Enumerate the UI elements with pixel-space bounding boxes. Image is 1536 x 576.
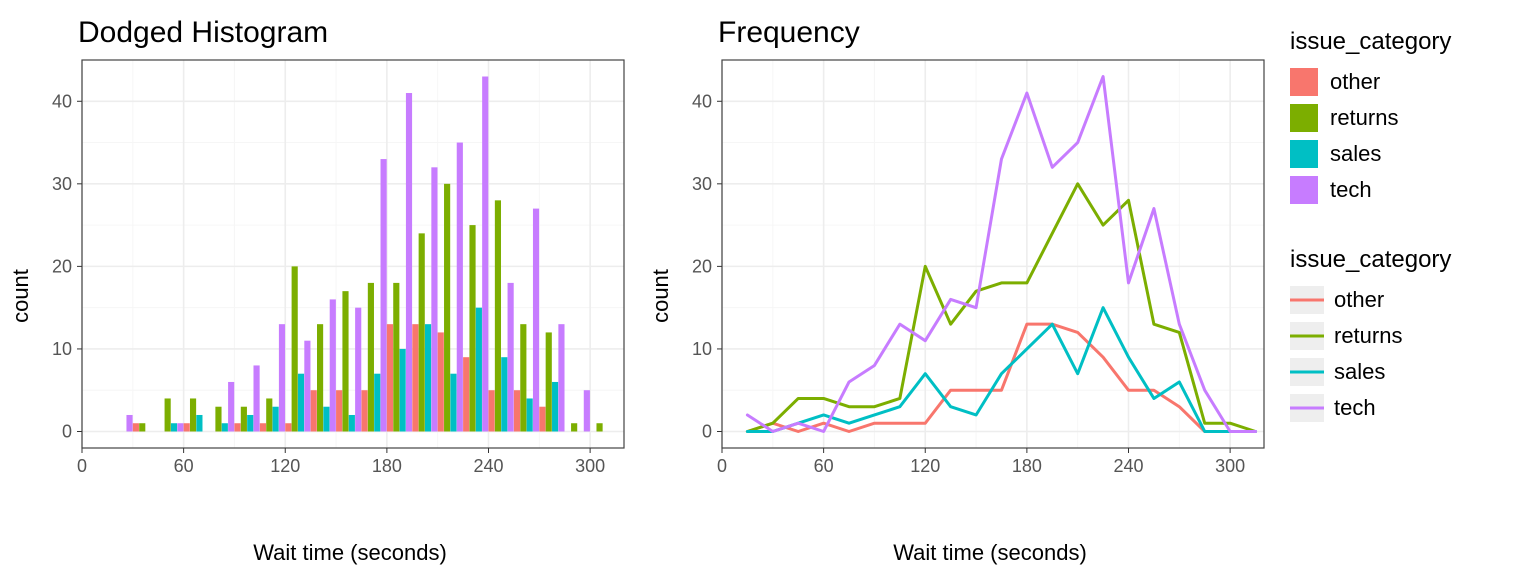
svg-text:10: 10 [52, 339, 72, 359]
legend-label: returns [1330, 105, 1398, 131]
panel-frequency: Frequency count 0 60 120 180 240 300 0 10 20 30 40… [640, 0, 1280, 576]
x-axis-label: Wait time (seconds) [66, 540, 634, 566]
legend-item-sales: sales [1290, 136, 1526, 172]
y-axis-label: count [648, 269, 674, 323]
svg-text:300: 300 [1215, 456, 1245, 476]
x-axis-label: Wait time (seconds) [706, 540, 1274, 566]
svg-text:0: 0 [702, 421, 712, 441]
legend-item-line-returns: returns [1290, 318, 1526, 354]
legend-label: tech [1330, 177, 1372, 203]
panel2-title: Frequency [718, 16, 1274, 50]
svg-text:20: 20 [692, 256, 712, 276]
legend-fill: issue_category other returns sales tech [1290, 28, 1526, 208]
frequency-svg: 0 60 120 180 240 300 0 10 20 30 40 [676, 54, 1274, 484]
legend-label: returns [1334, 323, 1402, 349]
panel-histogram: Dodged Histogram count 0 60 120 180 240 300 0 1… [0, 0, 640, 576]
svg-text:30: 30 [692, 174, 712, 194]
legend-label: other [1330, 69, 1380, 95]
swatch-line-tech [1290, 394, 1324, 422]
legend-item-line-other: other [1290, 282, 1526, 318]
swatch-line-returns [1290, 322, 1324, 350]
swatch-line-other [1290, 286, 1324, 314]
legend-column: issue_category other returns sales tech iss… [1280, 0, 1536, 576]
legend-colour: issue_category other returns sales tech [1290, 246, 1526, 426]
svg-text:40: 40 [692, 91, 712, 111]
svg-text:240: 240 [473, 456, 503, 476]
legend-item-returns: returns [1290, 100, 1526, 136]
swatch-fill-sales [1290, 140, 1318, 168]
svg-text:10: 10 [692, 339, 712, 359]
panel1-title: Dodged Histogram [78, 16, 634, 50]
svg-text:40: 40 [52, 91, 72, 111]
svg-text:0: 0 [62, 421, 72, 441]
svg-text:300: 300 [575, 456, 605, 476]
legend-title-colour: issue_category [1290, 246, 1526, 274]
legend-item-other: other [1290, 64, 1526, 100]
svg-text:120: 120 [270, 456, 300, 476]
legend-item-tech: tech [1290, 172, 1526, 208]
figure: Dodged Histogram count 06012018024030001… [0, 0, 1536, 576]
legend-item-line-sales: sales [1290, 354, 1526, 390]
svg-text:180: 180 [1012, 456, 1042, 476]
svg-text:30: 30 [52, 174, 72, 194]
legend-title-fill: issue_category [1290, 28, 1526, 56]
y-axis-label: count [8, 269, 34, 323]
legend-label: sales [1330, 141, 1381, 167]
swatch-fill-other [1290, 68, 1318, 96]
swatch-line-sales [1290, 358, 1324, 386]
swatch-fill-tech [1290, 176, 1318, 204]
legend-label: tech [1334, 395, 1376, 421]
swatch-fill-returns [1290, 104, 1318, 132]
histogram-svg: 0 60 120 180 240 300 0 10 20 30 40 [36, 54, 634, 484]
svg-text:0: 0 [77, 456, 87, 476]
svg-text:60: 60 [814, 456, 834, 476]
svg-text:60: 60 [174, 456, 194, 476]
svg-text:0: 0 [717, 456, 727, 476]
svg-text:20: 20 [52, 256, 72, 276]
legend-label: other [1334, 287, 1384, 313]
legend-label: sales [1334, 359, 1385, 385]
svg-text:180: 180 [372, 456, 402, 476]
svg-text:120: 120 [910, 456, 940, 476]
svg-text:240: 240 [1113, 456, 1143, 476]
legend-item-line-tech: tech [1290, 390, 1526, 426]
